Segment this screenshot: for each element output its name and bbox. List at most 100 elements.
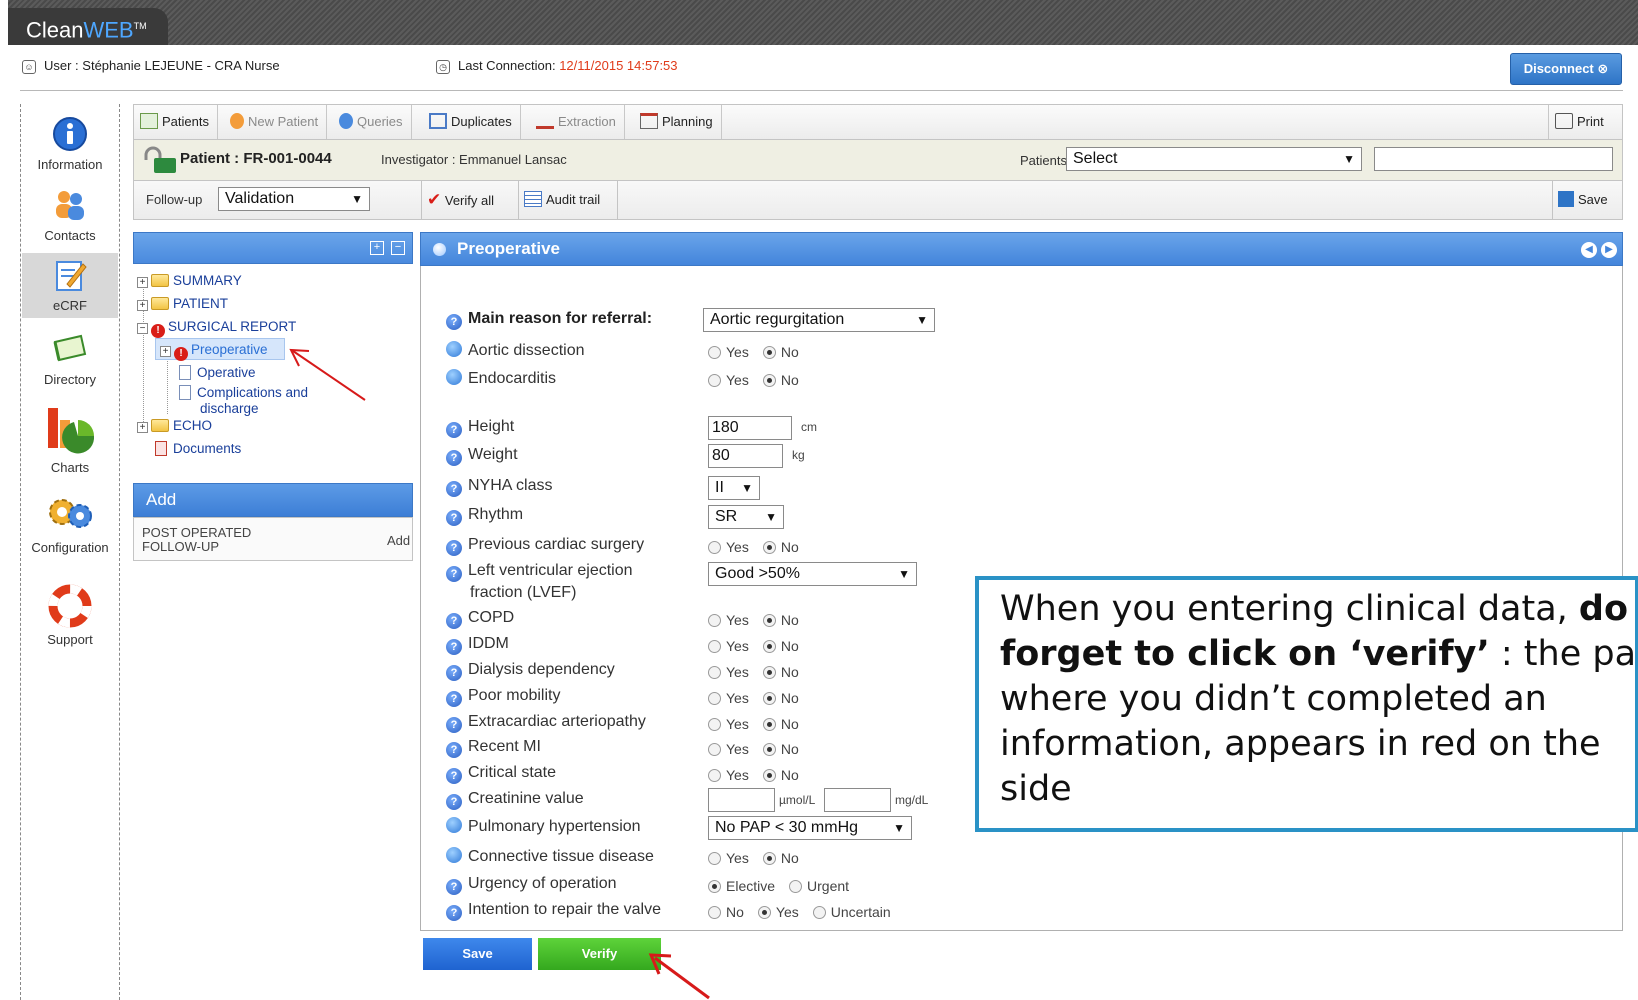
form-title: Preoperative bbox=[457, 239, 560, 258]
iddm-no[interactable]: No bbox=[762, 638, 799, 654]
weight-input[interactable]: 80 bbox=[708, 444, 783, 468]
queries-button[interactable]: Queries bbox=[333, 105, 412, 139]
connective-label: Connective tissue disease bbox=[446, 847, 654, 866]
verify-all-button[interactable]: ✔ Verify all bbox=[427, 190, 494, 210]
main-reason-select[interactable]: Aortic regurgitation ▼ bbox=[703, 308, 935, 332]
previous-arrow-icon[interactable]: ◀ bbox=[1581, 242, 1597, 258]
recent-mi-no[interactable]: No bbox=[762, 741, 799, 757]
nav-contacts-label: Contacts bbox=[44, 228, 96, 243]
patients-button[interactable]: Patients bbox=[134, 105, 218, 139]
urgency-urgent[interactable]: Urgent bbox=[789, 878, 849, 894]
info-icon bbox=[53, 117, 87, 151]
previous-surgery-yes[interactable]: Yes bbox=[708, 539, 749, 555]
tree-item-patient[interactable]: + PATIENT bbox=[137, 296, 228, 312]
logo-text-web: WEB bbox=[83, 17, 134, 43]
previous-surgery-no[interactable]: No bbox=[762, 539, 799, 555]
followup-select[interactable]: Validation ▼ bbox=[218, 187, 370, 211]
critical-state-no[interactable]: No bbox=[762, 767, 799, 783]
radio-label: Yes bbox=[726, 612, 749, 628]
iddm-yes[interactable]: Yes bbox=[708, 638, 749, 654]
patients-select[interactable]: Select ▼ bbox=[1066, 147, 1362, 171]
endocarditis-no[interactable]: No bbox=[762, 372, 799, 388]
expand-all-icon[interactable]: + bbox=[370, 241, 384, 255]
new-patient-button[interactable]: New Patient bbox=[224, 105, 328, 139]
pulmonary-value: No PAP < 30 mmHg bbox=[715, 819, 859, 836]
tree-item-summary[interactable]: + SUMMARY bbox=[137, 273, 242, 289]
callout-line-2b: : the part bbox=[1500, 634, 1637, 674]
radio-label: Elective bbox=[726, 878, 776, 894]
nyha-select[interactable]: II ▼ bbox=[708, 476, 760, 500]
extraction-label: Extraction bbox=[558, 114, 616, 129]
rhythm-select[interactable]: SR ▼ bbox=[708, 505, 784, 529]
nav-configuration[interactable]: Configuration bbox=[22, 492, 118, 564]
dialysis-yes[interactable]: Yes bbox=[708, 664, 749, 680]
endocarditis-yes[interactable]: Yes bbox=[708, 372, 749, 388]
expand-icon: + bbox=[160, 346, 171, 357]
lvef-select[interactable]: Good >50% ▼ bbox=[708, 562, 917, 586]
help-icon: ? bbox=[446, 613, 462, 629]
poor-mobility-yes[interactable]: Yes bbox=[708, 690, 749, 706]
nav-contacts[interactable]: Contacts bbox=[22, 186, 118, 248]
next-arrow-icon[interactable]: ▶ bbox=[1601, 242, 1617, 258]
radio-label: Yes bbox=[726, 372, 749, 388]
endocarditis-text: Endocarditis bbox=[468, 370, 557, 387]
height-unit: cm bbox=[801, 420, 817, 434]
help-icon: ? bbox=[446, 540, 462, 556]
connective-no[interactable]: No bbox=[762, 850, 799, 866]
aortic-dissection-no[interactable]: No bbox=[762, 344, 799, 360]
copd-yes[interactable]: Yes bbox=[708, 612, 749, 628]
tree-item-surgical-report[interactable]: −! SURGICAL REPORT bbox=[137, 319, 296, 338]
nav-charts[interactable]: Charts bbox=[22, 400, 118, 478]
extracardiac-no[interactable]: No bbox=[762, 716, 799, 732]
creatinine-mgdl-input[interactable] bbox=[824, 788, 891, 812]
annotation-arrow-tree bbox=[289, 348, 366, 401]
user-info: ☺ User : Stéphanie LEJEUNE - CRA Nurse bbox=[22, 58, 280, 74]
followup-select-value: Validation bbox=[225, 190, 295, 207]
extracardiac-yes[interactable]: Yes bbox=[708, 716, 749, 732]
intention-no[interactable]: No bbox=[708, 904, 744, 920]
urgency-elective[interactable]: Elective bbox=[708, 878, 775, 894]
duplicates-button[interactable]: Duplicates bbox=[423, 105, 521, 139]
duplicates-icon bbox=[429, 113, 447, 129]
radio-label: No bbox=[780, 741, 799, 757]
save-divider bbox=[1552, 181, 1553, 219]
critical-state-radio-group: Yes No bbox=[708, 767, 813, 783]
nav-information[interactable]: Information bbox=[22, 115, 118, 177]
creatinine-umol-input[interactable] bbox=[708, 788, 775, 812]
toolbar-save-button[interactable]: Save bbox=[1558, 191, 1608, 207]
print-button[interactable]: Print bbox=[1548, 105, 1612, 139]
patient-search-input[interactable] bbox=[1374, 147, 1613, 171]
save-button[interactable]: Save bbox=[423, 938, 532, 970]
tree-item-operative[interactable]: Operative bbox=[179, 365, 256, 381]
add-link[interactable]: Add bbox=[387, 533, 410, 548]
tree-item-echo[interactable]: + ECHO bbox=[137, 418, 212, 434]
expand-icon: + bbox=[137, 422, 148, 433]
radio-label: Yes bbox=[726, 850, 749, 866]
extraction-button[interactable]: Extraction bbox=[530, 105, 625, 139]
copd-no[interactable]: No bbox=[762, 612, 799, 628]
collapse-all-icon[interactable]: − bbox=[391, 241, 405, 255]
aortic-dissection-yes[interactable]: Yes bbox=[708, 344, 749, 360]
pulmonary-select[interactable]: No PAP < 30 mmHg ▼ bbox=[708, 816, 912, 840]
planning-button[interactable]: Planning bbox=[634, 105, 722, 139]
tree-item-preoperative[interactable]: +! Preoperative bbox=[160, 342, 268, 361]
gear-icon bbox=[49, 499, 92, 528]
audit-trail-button[interactable]: Audit trail bbox=[524, 191, 600, 207]
patient-bar: Patient : FR-001-0044 Investigator : Emm… bbox=[133, 140, 1623, 180]
recent-mi-yes[interactable]: Yes bbox=[708, 741, 749, 757]
poor-mobility-no[interactable]: No bbox=[762, 690, 799, 706]
nav-ecrf[interactable]: eCRF bbox=[22, 253, 118, 318]
intention-uncertain[interactable]: Uncertain bbox=[812, 904, 891, 920]
dialysis-no[interactable]: No bbox=[762, 664, 799, 680]
tree-item-documents[interactable]: Documents bbox=[155, 441, 241, 457]
verify-button[interactable]: Verify bbox=[538, 938, 661, 970]
critical-state-yes[interactable]: Yes bbox=[708, 767, 749, 783]
radio-label: No bbox=[780, 767, 799, 783]
nav-directory[interactable]: Directory bbox=[22, 330, 118, 390]
connective-yes[interactable]: Yes bbox=[708, 850, 749, 866]
previous-surgery-text: Previous cardiac surgery bbox=[468, 536, 645, 553]
nav-support[interactable]: Support bbox=[22, 584, 118, 654]
disconnect-button[interactable]: Disconnect ⊗ bbox=[1510, 53, 1622, 85]
intention-yes[interactable]: Yes bbox=[757, 904, 799, 920]
height-input[interactable]: 180 bbox=[708, 416, 792, 440]
